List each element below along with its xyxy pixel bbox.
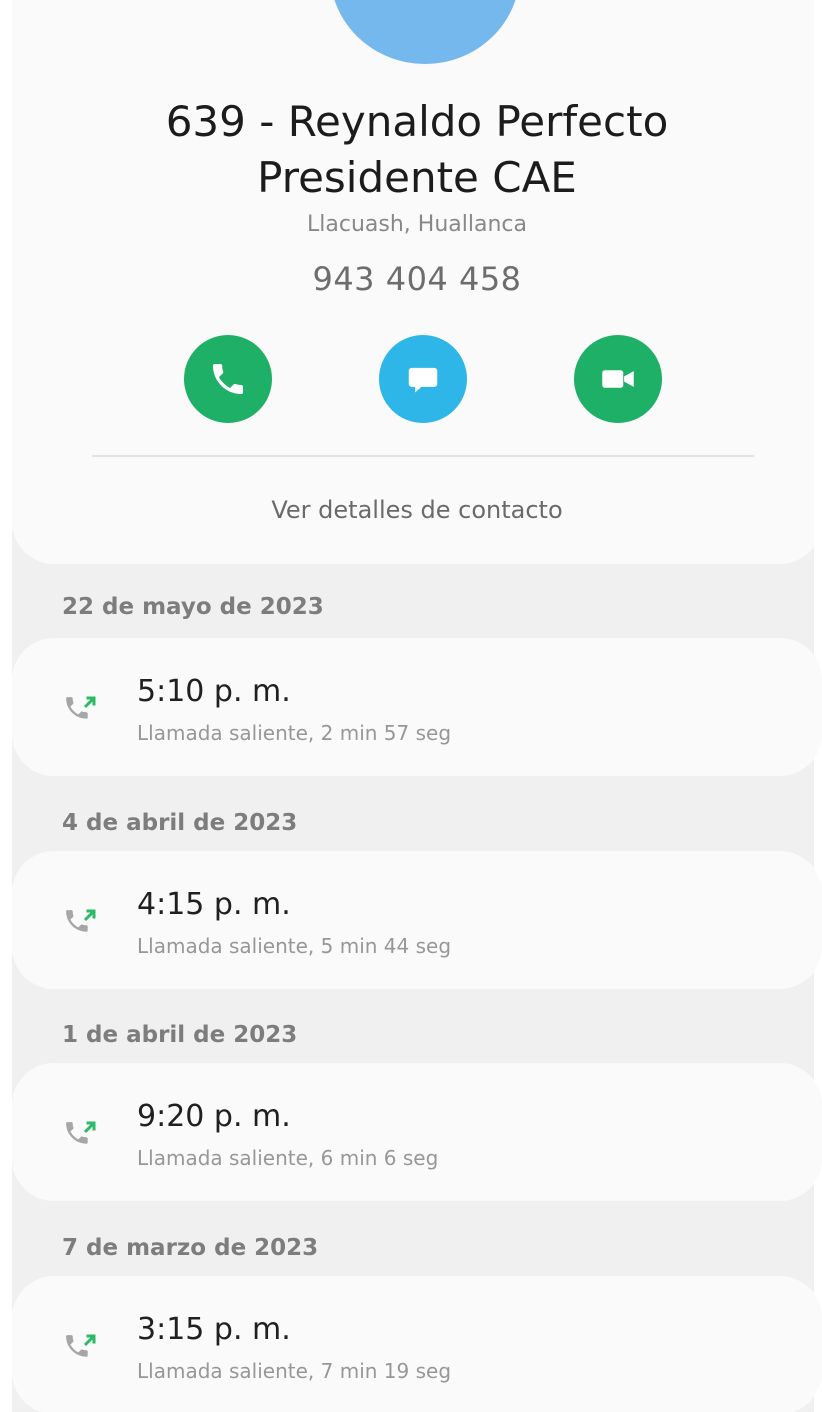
call-date-header: 1 de abril de 2023 [62, 1022, 298, 1048]
call-history-screen: 639 - Reynaldo Perfecto Presidente CAE L… [0, 0, 822, 1412]
call-date-header: 22 de mayo de 2023 [62, 594, 324, 620]
outgoing-call-icon [66, 1334, 96, 1357]
call-button[interactable] [184, 335, 272, 423]
call-date-header: 7 de marzo de 2023 [62, 1235, 319, 1261]
outgoing-call-icon [66, 1121, 96, 1144]
call-log-item[interactable]: 3:15 p. m. Llamada saliente, 7 min 19 se… [12, 1276, 822, 1412]
call-log-item[interactable]: 4:15 p. m. Llamada saliente, 5 min 44 se… [12, 851, 822, 989]
contact-location: Llacuash, Huallanca [307, 212, 527, 237]
contact-phone-number: 943 404 458 [312, 260, 522, 298]
call-time: 9:20 p. m. [137, 1099, 291, 1134]
header-divider [92, 455, 754, 457]
contact-name-line2: Presidente CAE [257, 153, 577, 202]
call-date-header: 4 de abril de 2023 [62, 810, 298, 836]
left-edge [0, 0, 12, 1412]
call-log-item[interactable]: 9:20 p. m. Llamada saliente, 6 min 6 seg [12, 1063, 822, 1201]
outgoing-call-icon [66, 909, 96, 932]
message-button[interactable] [379, 335, 467, 423]
call-description: Llamada saliente, 2 min 57 seg [137, 721, 452, 745]
video-call-button[interactable] [574, 335, 662, 423]
view-contact-details-link[interactable]: Ver detalles de contacto [12, 496, 822, 524]
call-time: 5:10 p. m. [137, 674, 291, 709]
video-icon [602, 370, 634, 388]
call-log-item[interactable]: 5:10 p. m. Llamada saliente, 2 min 57 se… [12, 638, 822, 776]
call-description: Llamada saliente, 7 min 19 seg [137, 1359, 452, 1383]
outgoing-call-icon [66, 696, 96, 719]
call-description: Llamada saliente, 6 min 6 seg [137, 1146, 439, 1170]
message-icon [408, 367, 438, 393]
call-time: 3:15 p. m. [137, 1312, 291, 1347]
call-description: Llamada saliente, 5 min 44 seg [137, 934, 452, 958]
contact-name-line1: 639 - Reynaldo Perfecto [165, 97, 669, 146]
call-time: 4:15 p. m. [137, 887, 291, 922]
phone-icon [213, 364, 243, 394]
